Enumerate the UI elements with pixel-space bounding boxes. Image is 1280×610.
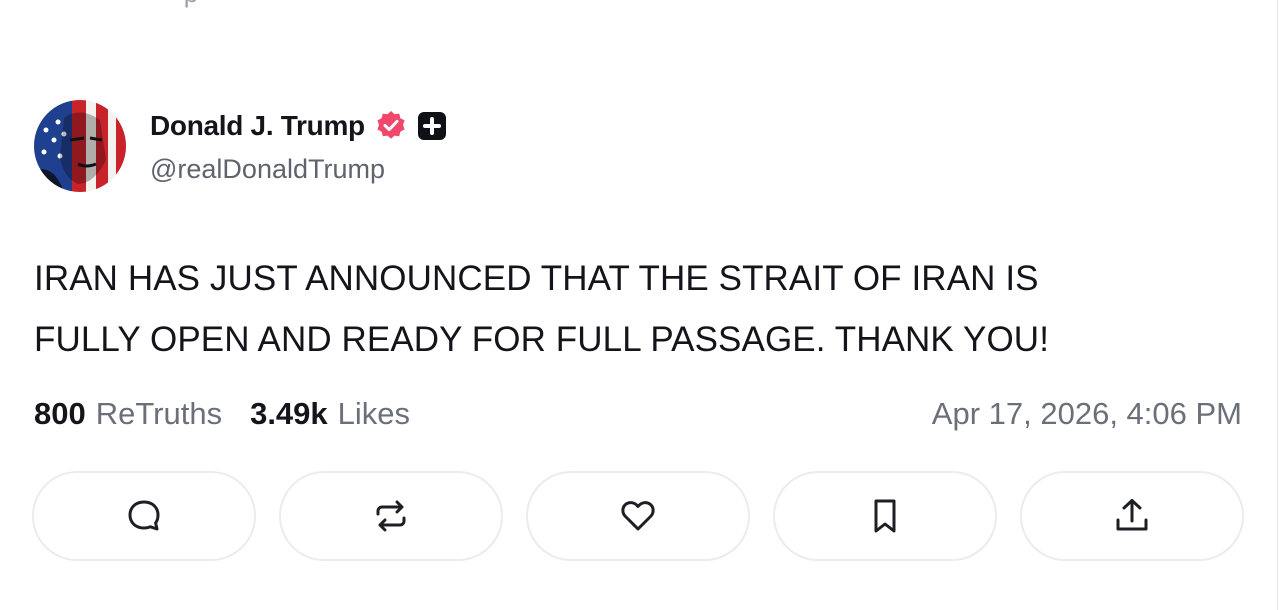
retruth-button[interactable] <box>279 471 503 561</box>
american-flag-portrait-icon <box>34 100 126 192</box>
truth-plus-badge-icon <box>417 111 446 140</box>
previous-post-fragment: · · p · · · <box>148 0 253 9</box>
name-row: Donald J. Trump <box>150 108 447 144</box>
like-icon <box>621 501 655 531</box>
post-text-line: FULLY OPEN AND READY FOR FULL PASSAGE. T… <box>34 320 1050 359</box>
action-bar <box>32 471 1244 561</box>
reply-button[interactable] <box>32 471 256 561</box>
likes-count: 3.49k <box>250 396 328 431</box>
verified-badge-icon <box>377 110 405 139</box>
post-timestamp: Apr 17, 2026, 4:06 PM <box>931 396 1242 431</box>
post-text-line: IRAN HAS JUST ANNOUNCED THAT THE STRAIT … <box>34 259 1039 298</box>
display-name[interactable]: Donald J. Trump <box>150 110 365 142</box>
retruths-count: 800 <box>34 396 86 431</box>
retruth-icon <box>376 500 406 532</box>
post-stats: 800 ReTruths 3.49k Likes Apr 17, 2026, 4… <box>34 392 1242 436</box>
bookmark-icon <box>874 499 896 533</box>
reply-icon <box>128 500 160 531</box>
likes-stat[interactable]: 3.49k Likes <box>250 396 410 432</box>
avatar[interactable] <box>34 100 126 192</box>
likes-label: Likes <box>337 396 411 431</box>
post-header: Donald J. Trump @realDonaldTrump <box>34 100 447 192</box>
share-button[interactable] <box>1020 471 1244 561</box>
share-icon <box>1116 499 1148 531</box>
author-identity: Donald J. Trump @realDonaldTrump <box>150 108 447 185</box>
bookmark-button[interactable] <box>773 471 997 561</box>
post-text: IRAN HAS JUST ANNOUNCED THAT THE STRAIT … <box>34 248 1234 370</box>
retruths-stat[interactable]: 800 ReTruths <box>34 396 222 432</box>
like-button[interactable] <box>526 471 750 561</box>
author-handle[interactable]: @realDonaldTrump <box>150 154 447 185</box>
retruths-label: ReTruths <box>95 396 223 431</box>
column-divider <box>1277 0 1278 610</box>
post-page: · · p · · · <box>0 0 1280 610</box>
